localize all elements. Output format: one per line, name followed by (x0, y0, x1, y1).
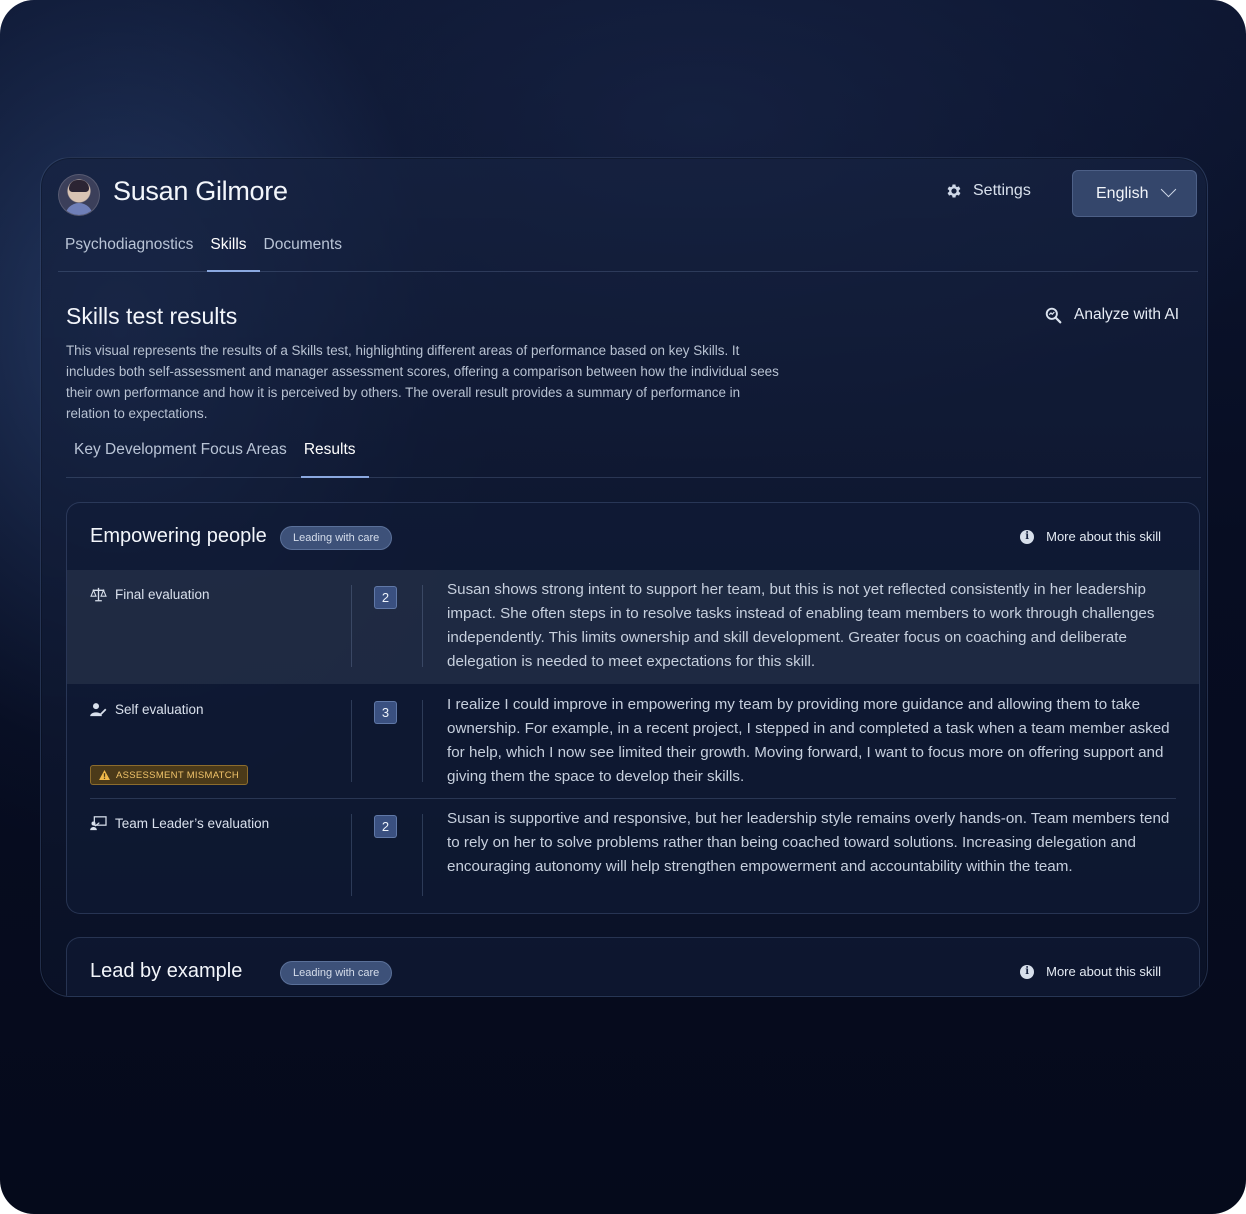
column-divider (422, 700, 423, 782)
score-badge: 2 (374, 815, 397, 838)
evaluation-row-self: Self evaluation ASSESSMENT MISMATCH 3 I … (67, 685, 1199, 798)
search-analyze-icon (1045, 307, 1062, 323)
evaluation-row-team-leader: Team Leader’s evaluation 2 Susan is supp… (67, 799, 1199, 913)
language-select[interactable]: English (1072, 170, 1197, 217)
score-badge: 3 (374, 701, 397, 724)
column-divider (422, 814, 423, 896)
tab-results[interactable]: Results (304, 441, 356, 477)
section-description: This visual represents the results of a … (66, 343, 779, 421)
chevron-down-icon (1160, 181, 1177, 198)
evaluation-label-text: Self evaluation (115, 702, 204, 717)
info-icon: i (1020, 529, 1035, 544)
page-background: Susan Gilmore Settings English Psychodia… (0, 0, 1246, 1214)
presenter-icon (90, 816, 107, 831)
user-edit-icon (90, 703, 107, 717)
sub-tabs-divider (66, 477, 1201, 478)
evaluation-label: Self evaluation (90, 702, 204, 717)
top-tabs: Psychodiagnostics Skills Documents (65, 234, 350, 272)
gear-icon (947, 184, 961, 198)
evaluation-text: Susan is supportive and responsive, but … (447, 810, 1170, 875)
skill-title: Lead by example (90, 960, 243, 982)
more-about-skill-link[interactable]: i More about this skill (1020, 964, 1161, 979)
column-divider (351, 700, 352, 782)
more-about-skill-label: More about this skill (1046, 964, 1161, 979)
column-divider (351, 814, 352, 896)
warning-icon (99, 770, 110, 780)
page-title: Skills test results (66, 303, 238, 329)
tab-skills[interactable]: Skills (210, 234, 254, 270)
tab-key-development-focus-areas[interactable]: Key Development Focus Areas (74, 441, 287, 477)
evaluation-label-text: Final evaluation (115, 587, 210, 602)
analyze-with-ai-button[interactable]: Analyze with AI (1045, 306, 1179, 324)
evaluation-text: Susan shows strong intent to support her… (447, 581, 1155, 670)
active-tab-indicator (207, 270, 260, 272)
scale-icon (90, 587, 107, 602)
badge-label: ASSESSMENT MISMATCH (116, 769, 240, 781)
user-name: Susan Gilmore (113, 176, 288, 206)
skill-title: Empowering people (90, 525, 267, 547)
avatar (58, 174, 100, 216)
tab-documents[interactable]: Documents (264, 234, 350, 270)
active-subtab-indicator (301, 476, 369, 478)
sub-tabs: Key Development Focus Areas Results (74, 441, 356, 477)
column-divider (422, 585, 423, 667)
evaluation-text: I realize I could improve in empowering … (447, 696, 1170, 785)
more-about-skill-link[interactable]: i More about this skill (1020, 529, 1161, 544)
language-value: English (1096, 184, 1149, 202)
settings-button[interactable]: Settings (945, 182, 1031, 200)
profile-panel: Susan Gilmore Settings English Psychodia… (40, 157, 1208, 997)
info-icon: i (1020, 964, 1035, 979)
score-badge: 2 (374, 586, 397, 609)
skill-card-empowering-people: Empowering people Leading with care i Mo… (66, 502, 1200, 914)
evaluation-label: Team Leader’s evaluation (90, 816, 269, 831)
skill-tag: Leading with care (280, 526, 393, 550)
evaluation-label: Final evaluation (90, 587, 210, 602)
evaluation-row-final: Final evaluation 2 Susan shows strong in… (67, 570, 1199, 684)
tab-psychodiagnostics[interactable]: Psychodiagnostics (65, 234, 201, 270)
column-divider (351, 585, 352, 667)
more-about-skill-label: More about this skill (1046, 529, 1161, 544)
evaluation-label-text: Team Leader’s evaluation (115, 816, 270, 831)
skill-card-lead-by-example: Lead by example Leading with care i More… (66, 937, 1200, 996)
skill-tag: Leading with care (280, 961, 393, 985)
assessment-mismatch-badge: ASSESSMENT MISMATCH (90, 765, 249, 785)
settings-label: Settings (973, 182, 1031, 199)
analyze-label: Analyze with AI (1074, 306, 1180, 323)
